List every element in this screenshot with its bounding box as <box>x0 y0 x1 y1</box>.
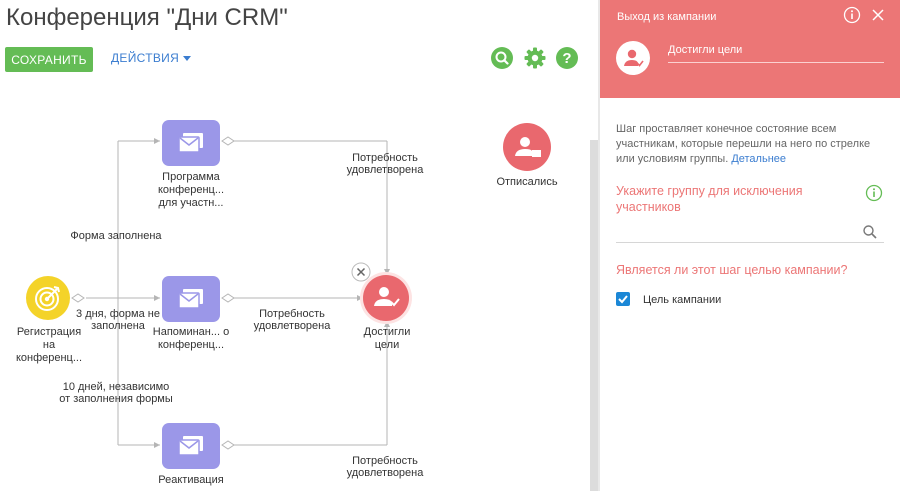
details-link[interactable]: Детальнее <box>731 153 786 165</box>
campaign-canvas[interactable]: Конференция "Дни CRM" СОХРАНИТЬ ДЕЙСТВИЯ… <box>0 0 590 491</box>
info-icon[interactable] <box>865 184 883 202</box>
connection-label-form-filled: Форма заполнена <box>70 230 162 242</box>
properties-panel: Выход из кампании Достигли цели Шаг прос… <box>600 0 900 491</box>
email-icon[interactable] <box>162 423 220 469</box>
target-icon[interactable] <box>26 276 70 320</box>
goal-question: Является ли этот шаг целью кампании? <box>616 263 848 277</box>
connector-start-diamond <box>221 293 235 303</box>
panel-header: Выход из кампании Достигли цели <box>600 0 900 98</box>
checkmark-icon <box>618 295 628 304</box>
goal-checkbox-label: Цель кампании <box>643 294 722 306</box>
user-unsubscribe-icon[interactable] <box>503 123 551 171</box>
connection-label-three-days: 3 дня, форма не заполнена <box>76 308 160 332</box>
avatar <box>616 41 650 75</box>
exclude-group-field[interactable] <box>616 220 884 243</box>
step-description: Шаг проставляет конечное состояние всем … <box>616 122 878 167</box>
email-icon[interactable] <box>162 276 220 322</box>
connection-label-need-top: Потребность удовлетворена <box>346 152 424 176</box>
email-icon[interactable] <box>162 120 220 166</box>
connector-start-diamond <box>221 440 235 450</box>
connector-start-diamond <box>221 136 235 146</box>
canvas-scrollbar[interactable] <box>590 140 598 491</box>
exclude-group-label: Укажите группу для исключения участников <box>616 184 803 214</box>
arrowhead <box>154 442 160 448</box>
connection-label-ten-days: 10 дней, независимо от заполнения формы <box>59 381 173 405</box>
flow-connectors <box>71 136 390 450</box>
search-icon[interactable] <box>862 224 878 240</box>
arrowhead <box>154 295 160 301</box>
close-icon[interactable] <box>870 7 886 23</box>
close-icon[interactable] <box>351 262 371 282</box>
connector-start-diamond <box>71 293 85 303</box>
step-name-field[interactable]: Достигли цели <box>668 44 884 63</box>
connection-label-need-bottom: Потребность удовлетворена <box>346 455 424 479</box>
arrowhead <box>154 138 160 144</box>
panel-title: Выход из кампании <box>617 11 717 23</box>
node-label-program: Программа конференц... для участн... <box>157 171 225 209</box>
info-icon[interactable] <box>843 6 861 24</box>
node-label-unsubscribed: Отписались <box>496 176 558 188</box>
user-check-icon <box>624 49 644 67</box>
goal-checkbox[interactable] <box>616 292 630 306</box>
node-label-reactivation: Реактивация <box>158 474 224 486</box>
connection-label-need-mid: Потребность удовлетворена <box>253 308 331 332</box>
node-label-reached-goal: Достигли цели <box>363 326 411 351</box>
